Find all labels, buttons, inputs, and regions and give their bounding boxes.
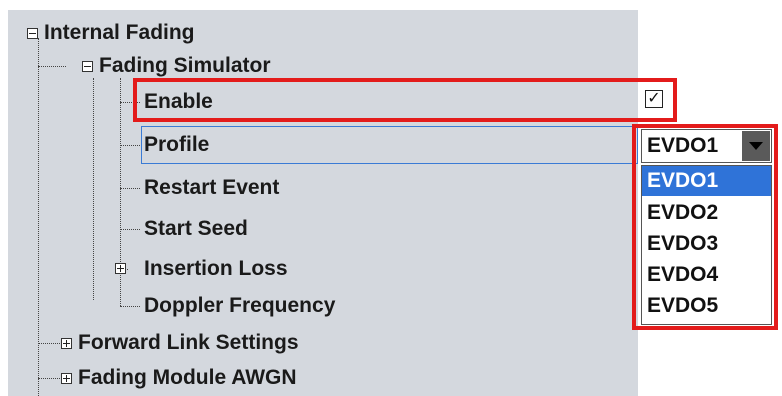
profile-select-value: EVDO1: [647, 134, 719, 157]
expand-icon[interactable]: [115, 263, 126, 274]
tree-item-internal-fading[interactable]: Internal Fading: [44, 18, 195, 48]
profile-option[interactable]: EVDO1: [642, 166, 771, 196]
tree-item-fading-module-awgn[interactable]: Fading Module AWGN: [78, 363, 297, 393]
tree-item-restart-event[interactable]: Restart Event: [144, 173, 279, 203]
enable-checkbox[interactable]: ✓: [645, 90, 663, 108]
tree-connector: [120, 188, 140, 189]
tree-item-profile[interactable]: Profile: [144, 130, 209, 160]
settings-panel: Internal Fading Fading Simulator Enable …: [0, 0, 782, 396]
tree-connector: [38, 66, 66, 67]
profile-option[interactable]: EVDO2: [642, 198, 771, 228]
chevron-down-icon[interactable]: [742, 131, 770, 161]
tree-connector: [93, 78, 94, 300]
profile-option[interactable]: EVDO3: [642, 229, 771, 259]
tree-item-doppler-frequency[interactable]: Doppler Frequency: [144, 291, 335, 321]
profile-row-focus: [141, 126, 638, 164]
profile-option[interactable]: EVDO4: [642, 260, 771, 290]
tree-item-forward-link-settings[interactable]: Forward Link Settings: [78, 328, 299, 358]
expand-icon[interactable]: [61, 338, 72, 349]
tree-connector: [120, 229, 140, 230]
collapse-icon[interactable]: [82, 61, 93, 72]
enable-highlight-box: [133, 78, 677, 122]
collapse-icon[interactable]: [27, 28, 38, 39]
tree-connector: [120, 145, 140, 146]
expand-icon[interactable]: [61, 373, 72, 384]
tree-item-fading-simulator[interactable]: Fading Simulator: [99, 51, 271, 81]
tree-connector: [120, 306, 140, 307]
tree-item-insertion-loss[interactable]: Insertion Loss: [144, 254, 288, 284]
profile-options-list: EVDO1 EVDO2 EVDO3 EVDO4 EVDO5: [641, 165, 772, 325]
profile-select[interactable]: EVDO1: [641, 129, 772, 163]
profile-option[interactable]: EVDO5: [642, 291, 771, 321]
tree-item-start-seed[interactable]: Start Seed: [144, 214, 248, 244]
